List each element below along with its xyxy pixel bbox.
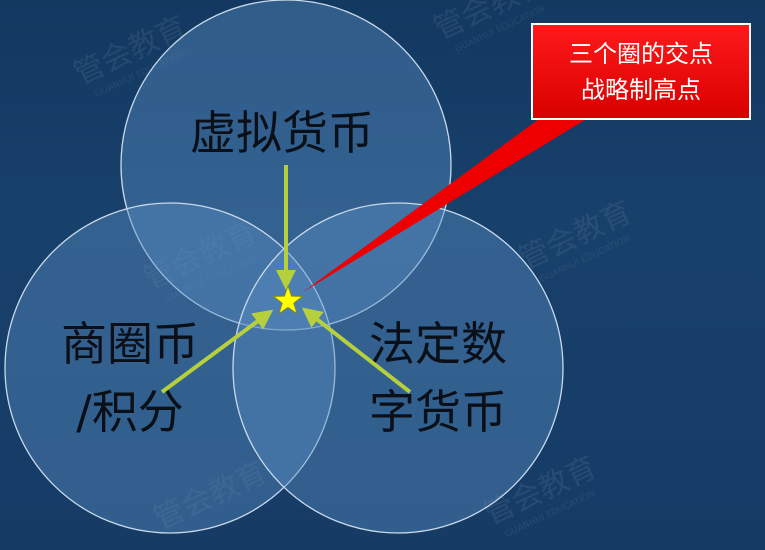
- label-left-line2: /积分: [76, 385, 184, 439]
- callout-line2: 战略制高点: [581, 76, 701, 104]
- label-top-line1: 虚拟货币: [190, 106, 374, 160]
- label-right-line2: 字货币: [369, 385, 507, 439]
- label-right-line1: 法定数: [369, 317, 507, 371]
- label-left-line1: 商圈币: [61, 317, 199, 371]
- venn-diagram: 管会教育 GUANHUI EDUCATION 管会教育 GUANHUI EDUC…: [4, 0, 751, 540]
- callout-box: [531, 23, 751, 120]
- callout-line1: 三个圈的交点: [569, 40, 713, 68]
- diagram-canvas: 管会教育 GUANHUI EDUCATION 管会教育 GUANHUI EDUC…: [0, 0, 765, 550]
